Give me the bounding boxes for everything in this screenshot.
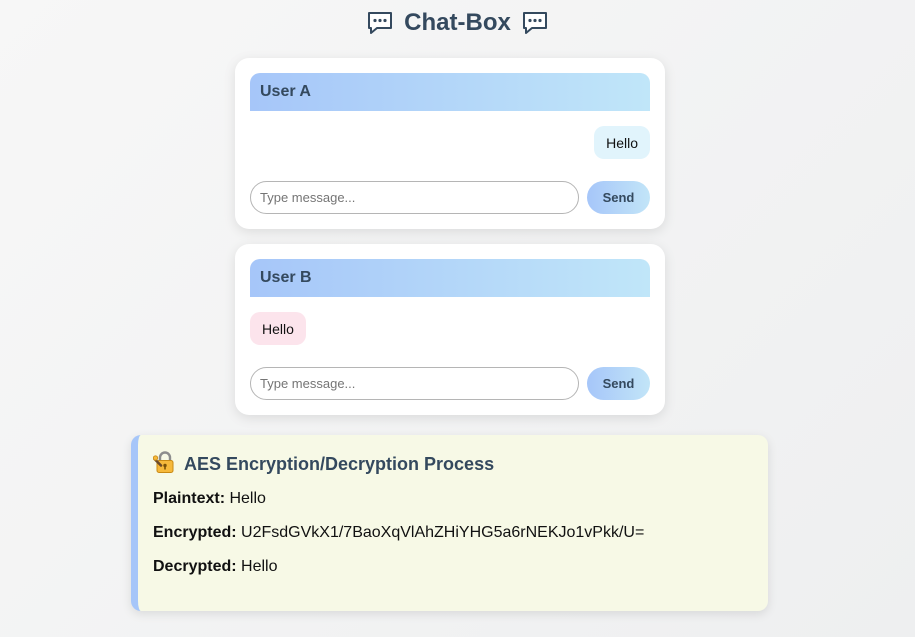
user-a-header: User A: [250, 73, 650, 111]
user-a-name: User A: [260, 83, 311, 100]
decrypted-row: Decrypted: Hello: [153, 557, 753, 577]
process-heading: AES Encryption/Decryption Process: [152, 450, 753, 479]
user-a-input-row: Send: [250, 181, 650, 214]
encrypted-row: Encrypted: U2FsdGVkX1/7BaoXqVlAhZHiYHG5a…: [153, 523, 753, 543]
user-a-message-list: Hello: [250, 111, 650, 181]
user-b-name: User B: [260, 269, 312, 286]
user-b-message-list: Hello: [250, 297, 650, 367]
plaintext-value: Hello: [229, 490, 266, 507]
user-a-message-input[interactable]: [250, 181, 579, 214]
encrypted-label: Encrypted:: [153, 524, 237, 541]
encrypted-value: U2FsdGVkX1/7BaoXqVlAhZHiYHG5a6rNEKJo1vPk…: [241, 524, 645, 541]
page-title-text: Chat-Box: [404, 9, 511, 36]
user-a-send-button[interactable]: Send: [587, 181, 650, 214]
process-title: AES Encryption/Decryption Process: [184, 453, 495, 474]
message-bubble: Hello: [250, 312, 306, 345]
plaintext-label: Plaintext:: [153, 490, 226, 507]
speech-bubble-icon: [521, 10, 549, 36]
aes-process-panel: AES Encryption/Decryption Process Plaint…: [131, 435, 768, 611]
speech-bubble-icon: [366, 10, 394, 36]
message-bubble: Hello: [594, 126, 650, 159]
plaintext-row: Plaintext: Hello: [153, 489, 753, 509]
process-rows: Plaintext: Hello Encrypted: U2FsdGVkX1/7…: [153, 489, 753, 577]
page-title: Chat-Box: [0, 9, 915, 37]
user-b-header: User B: [250, 259, 650, 297]
decrypted-label: Decrypted:: [153, 558, 237, 575]
decrypted-value: Hello: [241, 558, 278, 575]
user-b-chat-card: User B Hello Send: [235, 244, 665, 415]
lock-key-icon: [152, 450, 177, 479]
user-b-send-button[interactable]: Send: [587, 367, 650, 400]
user-a-chat-card: User A Hello Send: [235, 58, 665, 229]
user-b-message-input[interactable]: [250, 367, 579, 400]
user-b-input-row: Send: [250, 367, 650, 400]
